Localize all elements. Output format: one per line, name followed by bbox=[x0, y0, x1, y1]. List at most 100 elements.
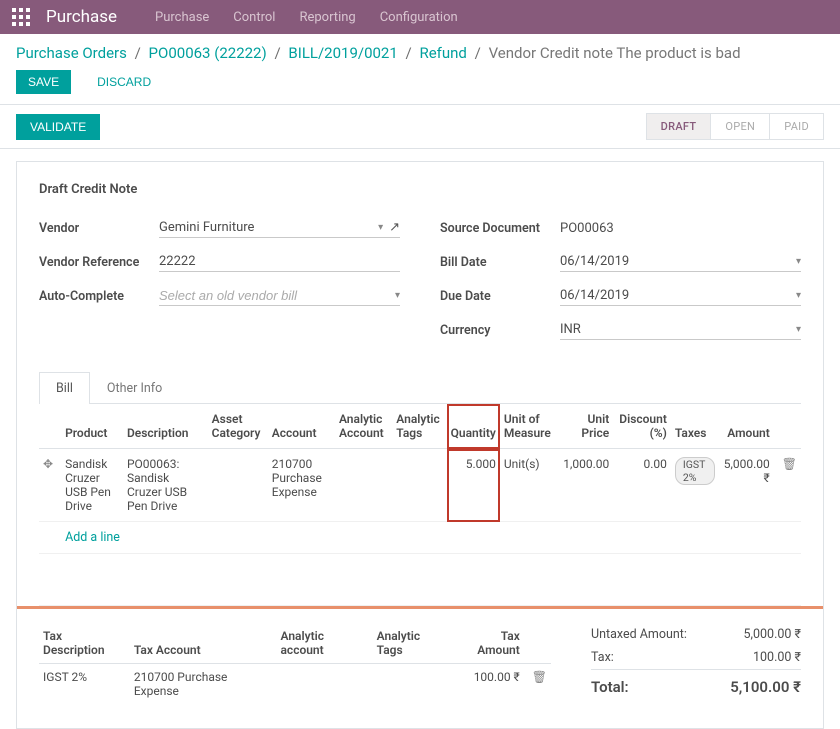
crumb-refund[interactable]: Refund bbox=[419, 44, 466, 62]
chevron-down-icon: ▾ bbox=[796, 290, 801, 301]
add-line-link[interactable]: Add a line bbox=[61, 522, 801, 554]
billdate-label: Bill Date bbox=[440, 255, 560, 270]
form-right-col: Source Document PO00063 Bill Date 06/14/… bbox=[440, 215, 801, 351]
cell-taxes[interactable]: IGST 2% bbox=[671, 449, 719, 522]
tax-table: Tax Description Tax Account Analytic acc… bbox=[39, 623, 551, 704]
col-price: Unit Price bbox=[559, 404, 614, 449]
col-discount: Discount (%) bbox=[613, 404, 671, 449]
menu-configuration[interactable]: Configuration bbox=[380, 10, 458, 25]
cell-account[interactable]: 210700 Purchase Expense bbox=[268, 449, 335, 522]
auto-complete-label: Auto-Complete bbox=[39, 289, 159, 304]
crumb-po[interactable]: PO00063 (22222) bbox=[149, 44, 267, 62]
auto-complete-field[interactable]: ▾ bbox=[159, 286, 400, 306]
total-value: 5,100.00 ₹ bbox=[730, 678, 801, 696]
trash-icon[interactable]: 🗑 bbox=[532, 670, 547, 684]
cell-discount[interactable]: 0.00 bbox=[613, 449, 671, 522]
cell-uom[interactable]: Unit(s) bbox=[500, 449, 559, 522]
topbar: Purchase Purchase Control Reporting Conf… bbox=[0, 0, 840, 34]
chevron-down-icon: ▾ bbox=[378, 222, 383, 233]
duedate-label: Due Date bbox=[440, 289, 560, 304]
taxcell-tags[interactable] bbox=[373, 664, 452, 705]
col-asset: Asset Category bbox=[208, 404, 268, 449]
lines-table: Product Description Asset Category Accou… bbox=[39, 404, 801, 606]
cell-product[interactable]: Sandisk Cruzer USB Pen Drive bbox=[61, 449, 123, 522]
taxcol-tags: Analytic Tags bbox=[373, 623, 452, 664]
taxcell-desc[interactable]: IGST 2% bbox=[39, 664, 130, 705]
col-quantity: Quantity bbox=[447, 404, 500, 449]
external-link-icon[interactable]: ↗ bbox=[389, 220, 400, 235]
tax-row[interactable]: IGST 2% 210700 Purchase Expense 100.00 ₹… bbox=[39, 664, 551, 705]
crumb-current: Vendor Credit note The product is bad bbox=[489, 44, 741, 62]
tax-label: Tax: bbox=[591, 650, 614, 665]
status-row: VALIDATE DRAFT OPEN PAID bbox=[0, 104, 840, 149]
status-paid[interactable]: PAID bbox=[769, 113, 824, 140]
chevron-down-icon: ▾ bbox=[395, 290, 400, 301]
tax-value: 100.00 ₹ bbox=[753, 650, 801, 665]
cell-quantity[interactable]: 5.000 bbox=[447, 449, 500, 522]
currency-field[interactable]: INR▾ bbox=[560, 320, 801, 340]
vendor-ref-label: Vendor Reference bbox=[39, 255, 159, 270]
vendor-ref-field[interactable]: 22222 bbox=[159, 252, 400, 272]
vendor-label: Vendor bbox=[39, 221, 159, 236]
taxcol-account: Tax Account bbox=[130, 623, 277, 664]
currency-label: Currency bbox=[440, 323, 560, 338]
save-button[interactable]: SAVE bbox=[16, 70, 71, 94]
tab-other-info[interactable]: Other Info bbox=[90, 372, 179, 404]
source-label: Source Document bbox=[440, 221, 560, 236]
taxcell-account[interactable]: 210700 Purchase Expense bbox=[130, 664, 277, 705]
tax-tag[interactable]: IGST 2% bbox=[675, 457, 715, 485]
totals: Untaxed Amount: 5,000.00 ₹ Tax: 100.00 ₹… bbox=[591, 623, 801, 704]
duedate-field[interactable]: 06/14/2019▾ bbox=[560, 286, 801, 306]
status-draft[interactable]: DRAFT bbox=[646, 113, 712, 140]
source-field: PO00063 bbox=[560, 219, 801, 238]
taxcol-amount: Tax Amount bbox=[452, 623, 524, 664]
form-title: Draft Credit Note bbox=[39, 182, 801, 197]
col-analytic-tags: Analytic Tags bbox=[392, 404, 446, 449]
vendor-field[interactable]: Gemini Furniture ▾ ↗ bbox=[159, 218, 400, 238]
cell-description[interactable]: PO00063: Sandisk Cruzer USB Pen Drive bbox=[123, 449, 208, 522]
cell-analytic-tags[interactable] bbox=[392, 449, 446, 522]
crumb-bill[interactable]: BILL/2019/0021 bbox=[288, 44, 397, 62]
taxcol-desc: Tax Description bbox=[39, 623, 130, 664]
tab-bill[interactable]: Bill bbox=[39, 372, 90, 404]
trash-icon[interactable]: 🗑 bbox=[782, 457, 797, 471]
discard-button[interactable]: DISCARD bbox=[85, 70, 163, 94]
cell-asset[interactable] bbox=[208, 449, 268, 522]
tabs: Bill Other Info bbox=[39, 371, 801, 404]
drag-handle-icon[interactable]: ✥ bbox=[43, 457, 53, 471]
validate-button[interactable]: VALIDATE bbox=[16, 114, 100, 140]
taxcell-analytic[interactable] bbox=[276, 664, 372, 705]
crumb-orders[interactable]: Purchase Orders bbox=[16, 44, 127, 62]
col-description: Description bbox=[123, 404, 208, 449]
total-label: Total: bbox=[591, 678, 629, 696]
menu-reporting[interactable]: Reporting bbox=[299, 10, 355, 25]
col-uom: Unit of Measure bbox=[500, 404, 559, 449]
status-open[interactable]: OPEN bbox=[710, 113, 770, 140]
form-sheet: Draft Credit Note Vendor Gemini Furnitur… bbox=[16, 161, 824, 729]
untaxed-value: 5,000.00 ₹ bbox=[744, 627, 801, 642]
cell-analytic-account[interactable] bbox=[335, 449, 392, 522]
breadcrumb: Purchase Orders / PO00063 (22222) / BILL… bbox=[0, 34, 840, 66]
statusbar: DRAFT OPEN PAID bbox=[646, 113, 824, 140]
apps-icon[interactable] bbox=[12, 8, 30, 26]
cell-price[interactable]: 1,000.00 bbox=[559, 449, 614, 522]
app-title[interactable]: Purchase bbox=[46, 7, 117, 27]
table-row[interactable]: ✥ Sandisk Cruzer USB Pen Drive PO00063: … bbox=[39, 449, 801, 522]
form-left-col: Vendor Gemini Furniture ▾ ↗ Vendor Refer… bbox=[39, 215, 400, 351]
col-analytic-account: Analytic Account bbox=[335, 404, 392, 449]
menu-purchase[interactable]: Purchase bbox=[155, 10, 209, 25]
taxcol-analytic: Analytic account bbox=[276, 623, 372, 664]
action-bar: SAVE DISCARD bbox=[0, 66, 840, 104]
auto-complete-input[interactable] bbox=[159, 288, 395, 303]
billdate-field[interactable]: 06/14/2019▾ bbox=[560, 252, 801, 272]
col-amount: Amount bbox=[719, 404, 774, 449]
col-taxes: Taxes bbox=[671, 404, 719, 449]
chevron-down-icon: ▾ bbox=[796, 324, 801, 335]
taxcell-amount[interactable]: 100.00 ₹ bbox=[452, 664, 524, 705]
footer: Tax Description Tax Account Analytic acc… bbox=[39, 609, 801, 728]
col-account: Account bbox=[268, 404, 335, 449]
chevron-down-icon: ▾ bbox=[796, 256, 801, 267]
menu-control[interactable]: Control bbox=[233, 10, 275, 25]
col-product: Product bbox=[61, 404, 123, 449]
cell-amount: 5,000.00 ₹ bbox=[719, 449, 774, 522]
